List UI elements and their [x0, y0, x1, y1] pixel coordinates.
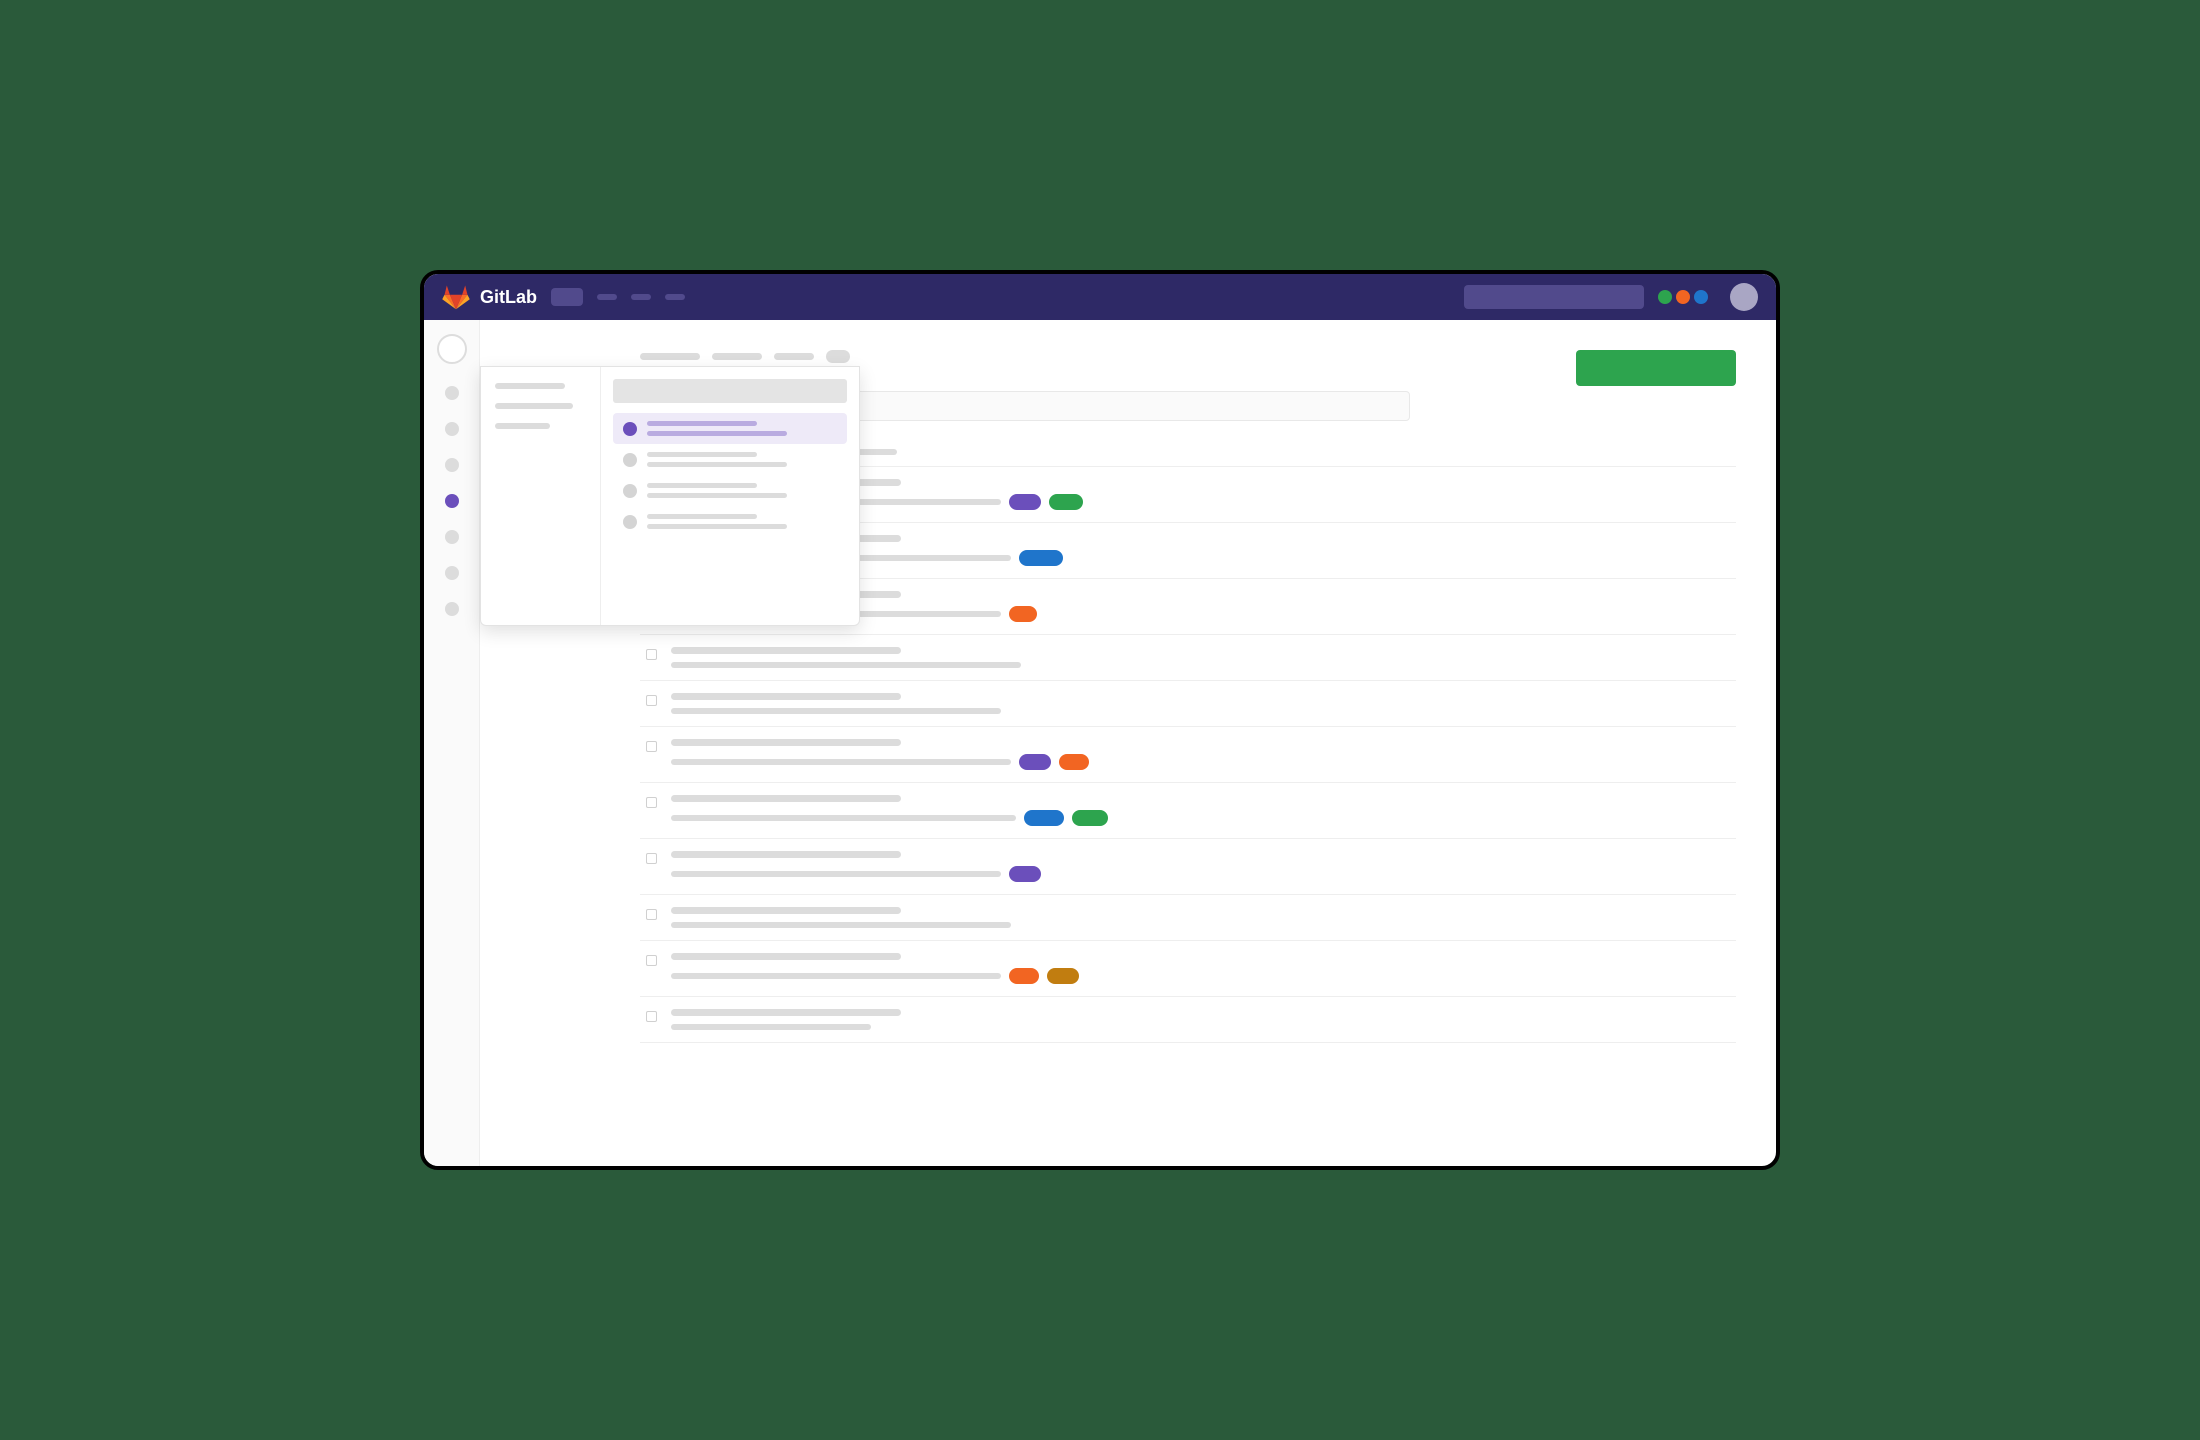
issue-checkbox[interactable]: [646, 955, 657, 966]
issue-title: [671, 693, 901, 700]
issue-row[interactable]: [640, 941, 1736, 997]
tab-closed[interactable]: [712, 353, 762, 360]
flyout-item-sub: [647, 462, 787, 467]
flyout-item-title: [647, 421, 757, 426]
issue-row[interactable]: [640, 783, 1736, 839]
issue-title: [671, 953, 901, 960]
app-window: GitLab: [420, 270, 1780, 1170]
issue-checkbox[interactable]: [646, 695, 657, 706]
flyout-item-title: [647, 483, 757, 488]
sidebar: [424, 320, 480, 1166]
issue-checkbox[interactable]: [646, 1011, 657, 1022]
issue-row[interactable]: [640, 635, 1736, 681]
sidebar-item[interactable]: [445, 530, 459, 544]
issue-label[interactable]: [1047, 968, 1079, 984]
issue-title: [671, 795, 901, 802]
flyout-item-title: [647, 452, 757, 457]
flyout-item-title: [647, 514, 757, 519]
flyout-header: [613, 379, 847, 403]
tab-open[interactable]: [640, 353, 700, 360]
issue-label[interactable]: [1072, 810, 1108, 826]
status-dot[interactable]: [1658, 290, 1672, 304]
flyout-categories: [481, 367, 601, 625]
issue-label[interactable]: [1009, 968, 1039, 984]
flyout-item[interactable]: [613, 506, 847, 537]
issue-label[interactable]: [1009, 494, 1041, 510]
issue-label[interactable]: [1049, 494, 1083, 510]
issue-row[interactable]: [640, 839, 1736, 895]
issue-row[interactable]: [640, 727, 1736, 783]
flyout-item-icon: [623, 422, 637, 436]
issue-meta: [671, 708, 1001, 714]
status-indicators: [1658, 290, 1708, 304]
issue-meta: [671, 922, 1011, 928]
issue-label[interactable]: [1059, 754, 1089, 770]
search-input[interactable]: [1464, 285, 1644, 309]
issue-checkbox[interactable]: [646, 853, 657, 864]
nav-menu-toggle[interactable]: [551, 288, 583, 306]
issue-checkbox[interactable]: [646, 649, 657, 660]
flyout-item-icon: [623, 515, 637, 529]
issue-meta: [671, 871, 1001, 877]
issue-checkbox[interactable]: [646, 741, 657, 752]
logo[interactable]: GitLab: [442, 284, 537, 310]
flyout-item[interactable]: [613, 413, 847, 444]
flyout-item[interactable]: [613, 444, 847, 475]
issue-label[interactable]: [1009, 606, 1037, 622]
issue-title: [671, 647, 901, 654]
issue-checkbox[interactable]: [646, 909, 657, 920]
issue-title: [671, 851, 901, 858]
sidebar-item-active[interactable]: [445, 494, 459, 508]
issue-label[interactable]: [1009, 866, 1041, 882]
issue-row[interactable]: [640, 681, 1736, 727]
sidebar-flyout-menu: [480, 366, 860, 626]
sidebar-item[interactable]: [445, 566, 459, 580]
sidebar-item[interactable]: [445, 458, 459, 472]
user-avatar[interactable]: [1730, 283, 1758, 311]
issue-row[interactable]: [640, 895, 1736, 941]
issue-meta: [671, 815, 1016, 821]
flyout-item-sub: [647, 524, 787, 529]
sidebar-item[interactable]: [445, 602, 459, 616]
flyout-item[interactable]: [613, 475, 847, 506]
nav-link[interactable]: [597, 294, 617, 300]
issue-meta: [671, 973, 1001, 979]
toggle[interactable]: [826, 350, 850, 363]
flyout-item-icon: [623, 453, 637, 467]
issue-label[interactable]: [1019, 754, 1051, 770]
issue-title: [671, 739, 901, 746]
new-issue-button[interactable]: [1576, 350, 1736, 386]
sidebar-item[interactable]: [445, 386, 459, 400]
project-avatar[interactable]: [437, 334, 467, 364]
issue-meta: [671, 759, 1011, 765]
page-header: [640, 350, 1736, 363]
topbar: GitLab: [424, 274, 1776, 320]
status-dot[interactable]: [1694, 290, 1708, 304]
flyout-item-sub: [647, 431, 787, 436]
issue-meta: [671, 1024, 871, 1030]
flyout-category[interactable]: [495, 383, 565, 389]
tab-all[interactable]: [774, 353, 814, 360]
flyout-item-icon: [623, 484, 637, 498]
flyout-items: [601, 367, 859, 625]
sidebar-item[interactable]: [445, 422, 459, 436]
issue-row[interactable]: [640, 997, 1736, 1043]
status-dot[interactable]: [1676, 290, 1690, 304]
nav-link[interactable]: [631, 294, 651, 300]
issue-title: [671, 1009, 901, 1016]
issue-checkbox[interactable]: [646, 797, 657, 808]
issue-title: [671, 907, 901, 914]
issue-label[interactable]: [1024, 810, 1064, 826]
flyout-category[interactable]: [495, 403, 573, 409]
flyout-item-sub: [647, 493, 787, 498]
issue-meta: [671, 662, 1021, 668]
brand-name: GitLab: [480, 287, 537, 308]
issue-label[interactable]: [1019, 550, 1063, 566]
gitlab-logo-icon: [442, 284, 470, 310]
nav-link[interactable]: [665, 294, 685, 300]
flyout-category[interactable]: [495, 423, 550, 429]
